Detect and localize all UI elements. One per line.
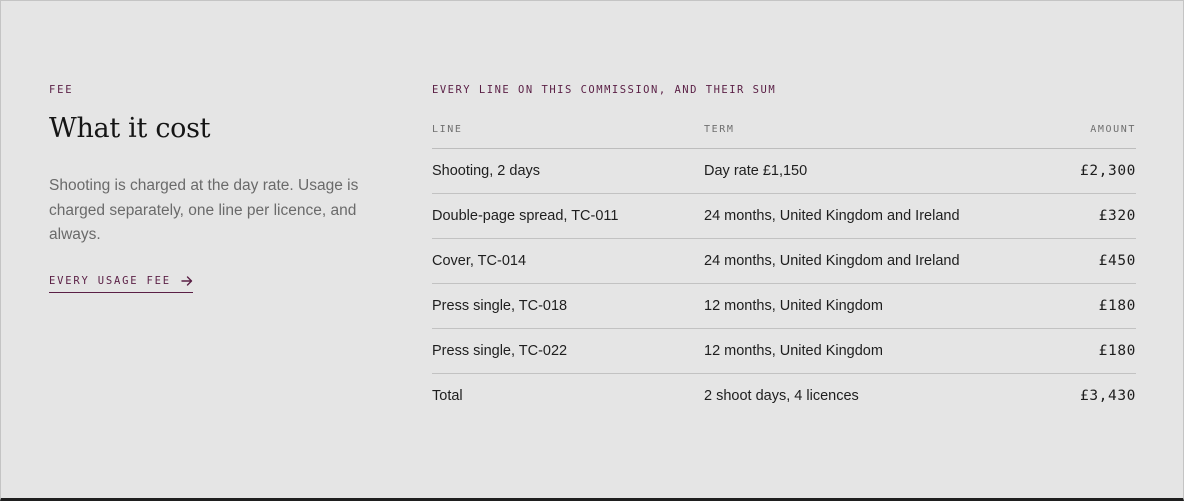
column-header-amount: AMOUNT (1044, 111, 1136, 149)
every-usage-fee-link-label: EVERY USAGE FEE (49, 275, 171, 287)
table-row: Cover, TC-014 24 months, United Kingdom … (432, 238, 1136, 284)
row-line: Press single, TC-022 (432, 328, 704, 374)
row-amount: £180 (1044, 283, 1136, 329)
row-term: 12 months, United Kingdom (704, 328, 1044, 374)
arrow-right-icon (181, 276, 193, 286)
row-amount: £320 (1044, 193, 1136, 239)
row-line: Cover, TC-014 (432, 238, 704, 284)
table-row: Shooting, 2 days Day rate £1,150 £2,300 (432, 148, 1136, 194)
row-line: Double-page spread, TC-011 (432, 193, 704, 239)
row-term: 24 months, United Kingdom and Ireland (704, 238, 1044, 284)
fee-section: FEE What it cost Shooting is charged at … (0, 0, 1184, 501)
section-eyebrow: FEE (49, 84, 74, 96)
every-usage-fee-link[interactable]: EVERY USAGE FEE (49, 275, 193, 293)
total-label: Total (432, 388, 463, 404)
row-amount: £450 (1044, 238, 1136, 284)
section-title: What it cost (49, 113, 211, 144)
table-caption: EVERY LINE ON THIS COMMISSION, AND THEIR… (432, 84, 777, 96)
column-header-term: TERM (704, 111, 1044, 149)
row-term: 24 months, United Kingdom and Ireland (704, 193, 1044, 239)
fee-table: LINE TERM AMOUNT Shooting, 2 days Day ra… (432, 111, 1136, 418)
row-term: Day rate £1,150 (704, 148, 1044, 194)
table-row: Press single, TC-018 12 months, United K… (432, 283, 1136, 329)
column-header-line: LINE (432, 111, 704, 149)
row-amount: £2,300 (1044, 148, 1136, 194)
total-term: 2 shoot days, 4 licences (704, 388, 859, 404)
total-amount: £3,430 (1080, 388, 1136, 404)
row-line: Shooting, 2 days (432, 148, 704, 194)
table-row: Press single, TC-022 12 months, United K… (432, 328, 1136, 374)
table-row: Double-page spread, TC-011 24 months, Un… (432, 193, 1136, 239)
section-description: Shooting is charged at the day rate. Usa… (49, 177, 359, 243)
total-row: Total 2 shoot days, 4 licences £3,430 (432, 374, 1136, 419)
table-header-row: LINE TERM AMOUNT (432, 111, 1136, 149)
row-amount: £180 (1044, 328, 1136, 374)
row-term: 12 months, United Kingdom (704, 283, 1044, 329)
row-line: Press single, TC-018 (432, 283, 704, 329)
